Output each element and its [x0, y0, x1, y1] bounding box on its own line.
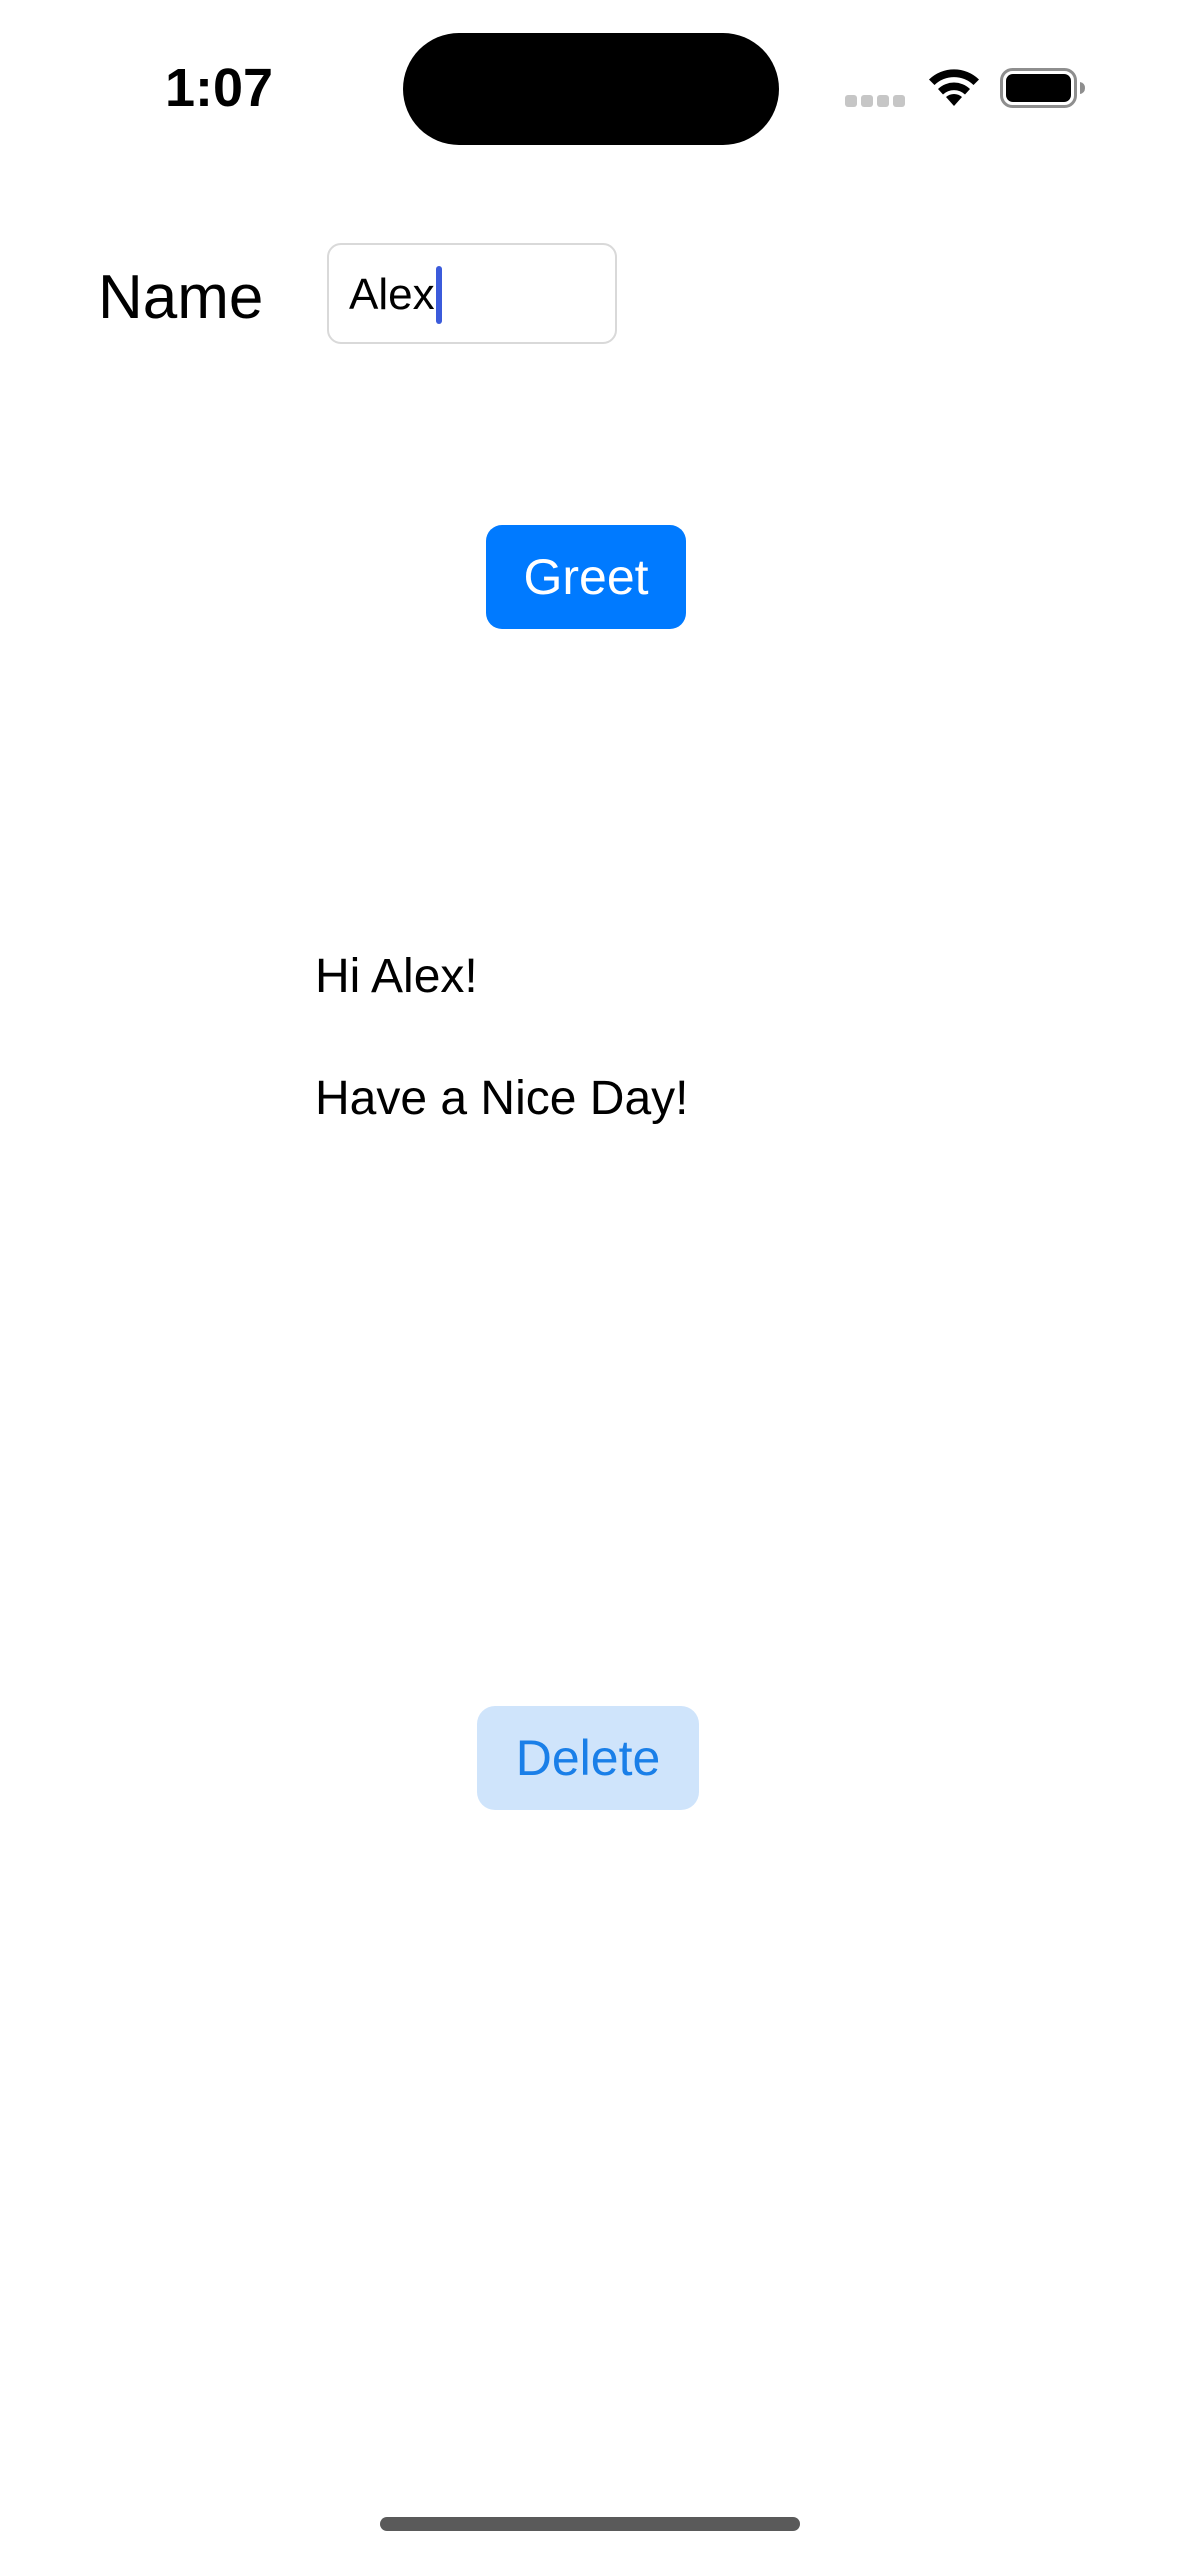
greet-button[interactable]: Greet — [486, 525, 686, 629]
battery-icon — [1000, 68, 1086, 108]
text-caret — [436, 266, 442, 324]
greeting-text: Hi Alex! — [315, 950, 478, 1003]
name-label: Name — [98, 263, 264, 332]
wifi-icon — [925, 66, 983, 110]
delete-button[interactable]: Delete — [477, 1706, 699, 1810]
cellular-signal-icon — [845, 95, 907, 109]
name-input-value: Alex — [349, 270, 435, 319]
status-time: 1:07 — [165, 58, 274, 118]
home-indicator[interactable] — [380, 2517, 800, 2531]
dynamic-island — [403, 33, 779, 145]
nice-day-text: Have a Nice Day! — [315, 1072, 689, 1125]
name-input[interactable]: Alex — [327, 243, 617, 344]
